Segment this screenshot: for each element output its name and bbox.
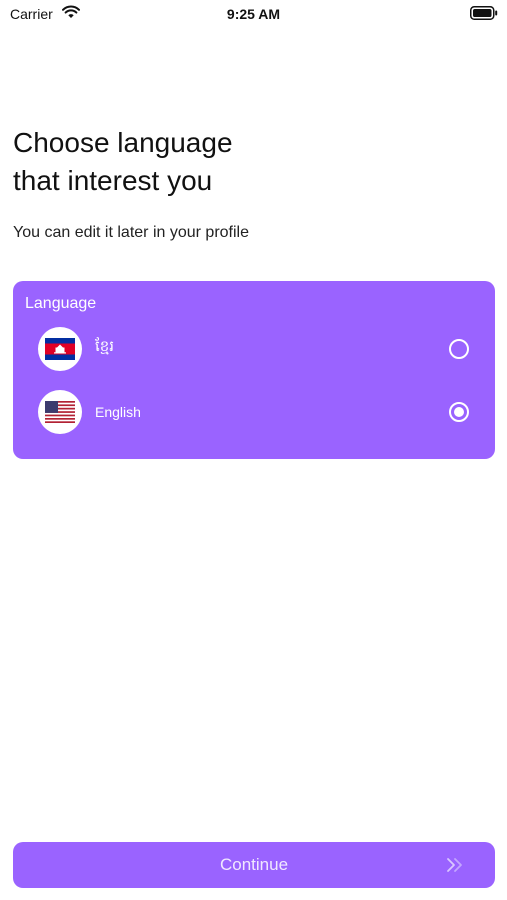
double-chevron-right-icon	[445, 857, 465, 876]
language-option-english-label: English	[95, 404, 141, 420]
radio-khmer[interactable]	[449, 339, 469, 359]
language-option-english[interactable]: English	[13, 386, 495, 438]
language-card: Language ខ្មែរ English	[13, 281, 495, 459]
language-option-khmer-label: ខ្មែរ	[95, 338, 115, 355]
language-card-label: Language	[25, 295, 97, 312]
continue-button[interactable]: Continue	[13, 842, 495, 888]
page-title: Choose language that interest you	[13, 124, 473, 200]
battery-icon	[470, 6, 498, 25]
language-option-khmer[interactable]: ខ្មែរ	[13, 323, 495, 375]
status-bar: Carrier 9:25 AM	[0, 0, 507, 28]
page-title-line-1: Choose language	[13, 127, 233, 158]
usa-flag-icon	[38, 390, 82, 434]
continue-button-label: Continue	[219, 855, 289, 874]
page-title-line-2: that interest you	[13, 165, 213, 196]
cambodia-flag-icon	[38, 327, 82, 371]
status-time: 9:25 AM	[226, 6, 281, 22]
page-subtitle: You can edit it later in your profile	[13, 224, 249, 241]
radio-english[interactable]	[449, 402, 469, 422]
